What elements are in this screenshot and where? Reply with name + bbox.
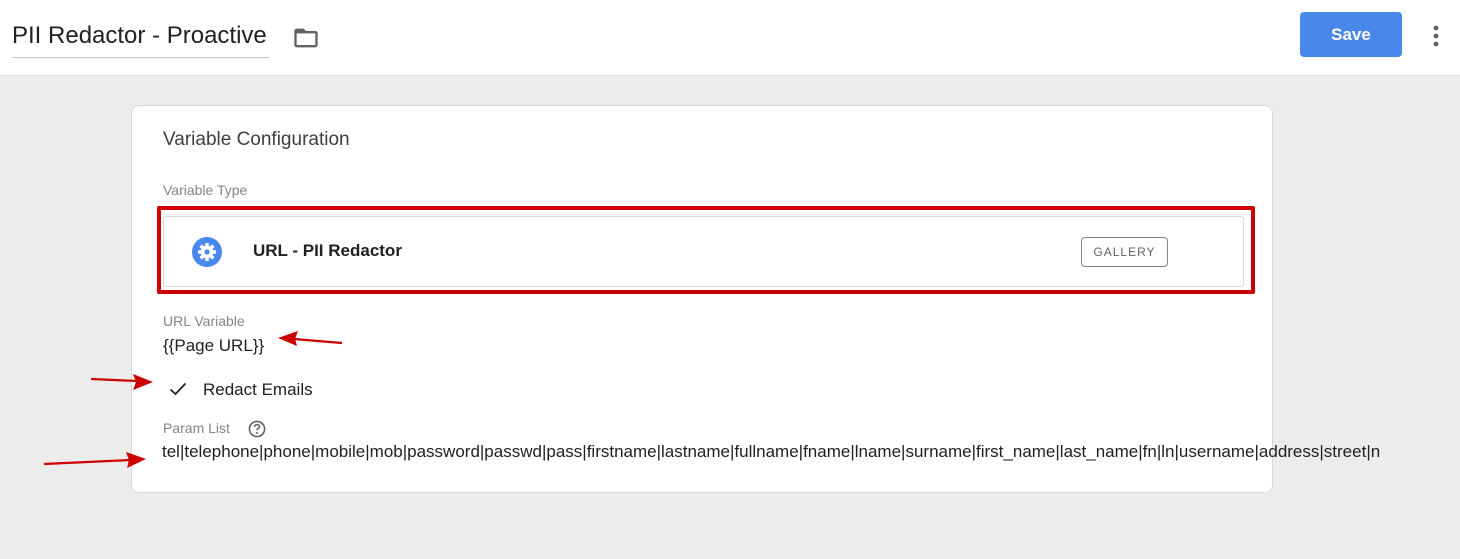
save-button[interactable]: Save	[1300, 12, 1402, 57]
url-variable-label: URL Variable	[163, 313, 245, 329]
folder-icon[interactable]	[292, 24, 320, 52]
arrow-url-variable-icon	[278, 331, 343, 346]
param-list-label: Param List	[163, 420, 230, 436]
card-title: Variable Configuration	[163, 129, 350, 150]
arrow-param-list-icon	[43, 452, 146, 468]
check-icon[interactable]	[169, 381, 187, 397]
url-variable-value: {{Page URL}}	[163, 336, 265, 355]
top-bar: PII Redactor - Proactive Save	[0, 0, 1460, 76]
redact-emails-label[interactable]: Redact Emails	[203, 380, 313, 400]
page-title[interactable]: PII Redactor - Proactive	[12, 20, 269, 58]
more-vert-icon[interactable]	[1426, 23, 1446, 49]
arrow-redact-emails-icon	[90, 374, 153, 390]
help-icon[interactable]	[248, 420, 266, 438]
highlight-box	[157, 206, 1255, 294]
variable-configuration-card: Variable Configuration Variable Type URL…	[131, 105, 1273, 493]
variable-type-label: Variable Type	[163, 182, 248, 198]
